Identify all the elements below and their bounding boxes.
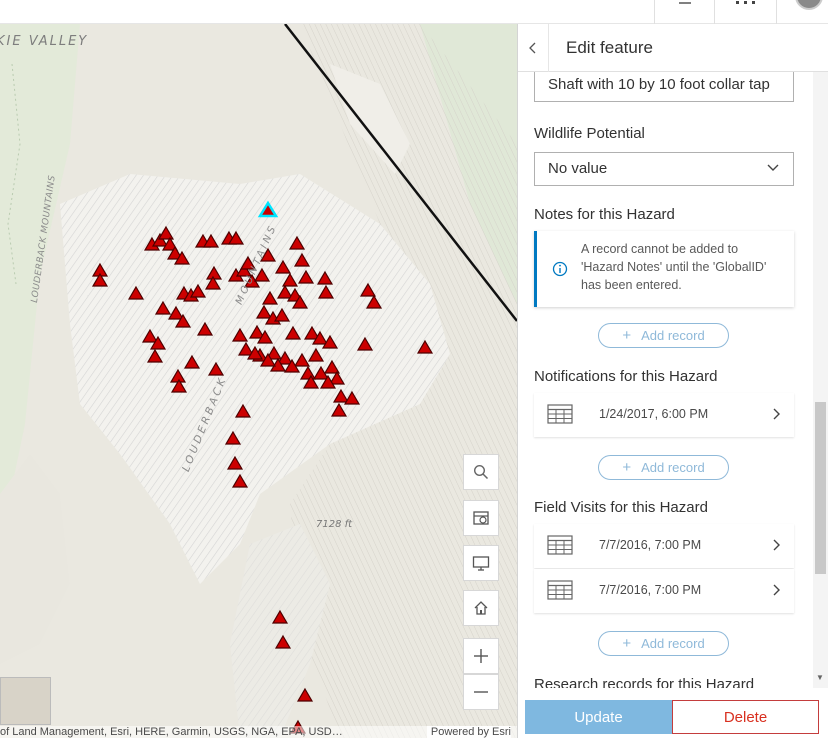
zoom-out-button[interactable] xyxy=(463,674,499,710)
map-view[interactable]: KIE VALLEY LOUDERBACK MOUNTAINS LOUDERBA… xyxy=(0,24,517,738)
wildlife-potential-value: No value xyxy=(548,160,608,177)
minus-icon xyxy=(474,691,488,693)
table-icon xyxy=(547,404,573,424)
map-label-valley: KIE VALLEY xyxy=(0,34,89,49)
plus-icon xyxy=(474,649,488,663)
add-record-label: Add record xyxy=(641,636,705,651)
hazard-markers[interactable] xyxy=(0,24,517,738)
powered-by-esri[interactable]: Powered by Esri xyxy=(426,726,511,738)
notes-notice: A record cannot be added to 'Hazard Note… xyxy=(534,231,794,307)
avatar-icon xyxy=(795,0,823,10)
panel-scrollbar[interactable]: ▼ xyxy=(813,72,828,688)
attribution-text: of Land Management, Esri, HERE, Garmin, … xyxy=(0,726,343,738)
notes-label: Notes for this Hazard xyxy=(534,206,675,223)
notifications-label: Notifications for this Hazard xyxy=(534,368,718,385)
add-notification-record-button[interactable]: + Add record xyxy=(598,455,729,480)
plus-icon: + xyxy=(622,459,632,476)
description-input[interactable]: Shaft with 10 by 10 foot collar tap xyxy=(534,72,794,102)
add-note-record-button[interactable]: + Add record xyxy=(598,323,729,348)
map-attribution: of Land Management, Esri, HERE, Garmin, … xyxy=(0,726,517,738)
info-icon xyxy=(552,261,568,277)
locate-icon xyxy=(473,511,489,525)
panel-title: Edit feature xyxy=(566,38,653,57)
overview-map[interactable] xyxy=(0,677,51,725)
map-locate-button[interactable] xyxy=(463,500,499,536)
panel-header: Edit feature xyxy=(518,24,828,72)
app-window: KIE VALLEY LOUDERBACK MOUNTAINS LOUDERBA… xyxy=(0,0,828,738)
scroll-down-arrow-icon[interactable]: ▼ xyxy=(816,673,824,682)
field-visits-label: Field Visits for this Hazard xyxy=(534,499,708,516)
wildlife-potential-label: Wildlife Potential xyxy=(534,125,645,142)
table-icon xyxy=(547,535,573,555)
home-icon xyxy=(474,601,488,615)
monitor-icon xyxy=(472,556,490,571)
map-label-elevation: 7128 ft xyxy=(316,519,353,530)
add-record-label: Add record xyxy=(641,460,705,475)
scrollbar-thumb[interactable] xyxy=(815,402,826,574)
table-icon xyxy=(547,580,573,600)
field-visit-date: 7/7/2016, 7:00 PM xyxy=(599,538,702,552)
edit-feature-panel: Edit feature Shaft with 10 by 10 foot co… xyxy=(517,24,828,738)
filter-button[interactable] xyxy=(654,0,714,24)
feature-form: Shaft with 10 by 10 foot collar tap Wild… xyxy=(518,72,812,688)
wildlife-potential-select[interactable]: No value xyxy=(534,152,794,186)
zoom-in-button[interactable] xyxy=(463,638,499,674)
chevron-right-icon xyxy=(773,408,780,420)
panel-footer: Update Delete xyxy=(518,688,828,738)
apps-grid-icon xyxy=(736,1,755,4)
map-home-button[interactable] xyxy=(463,590,499,626)
selected-hazard-marker xyxy=(257,200,279,218)
add-record-label: Add record xyxy=(641,328,705,343)
chevron-right-icon xyxy=(773,584,780,596)
back-button[interactable] xyxy=(518,24,549,72)
plus-icon: + xyxy=(622,635,632,652)
notification-record-row[interactable]: 1/24/2017, 6:00 PM xyxy=(534,393,794,437)
user-avatar[interactable] xyxy=(776,0,828,24)
top-bar xyxy=(0,0,828,24)
notes-notice-text: A record cannot be added to 'Hazard Note… xyxy=(581,242,767,292)
filter-icon xyxy=(679,2,691,4)
update-button[interactable]: Update xyxy=(525,700,672,734)
delete-button[interactable]: Delete xyxy=(672,700,819,734)
field-visit-date: 7/7/2016, 7:00 PM xyxy=(599,583,702,597)
apps-button[interactable] xyxy=(714,0,776,24)
plus-icon: + xyxy=(622,327,632,344)
notification-date: 1/24/2017, 6:00 PM xyxy=(599,407,709,421)
field-visit-record-row[interactable]: 7/7/2016, 7:00 PM xyxy=(534,569,794,613)
add-field-visit-record-button[interactable]: + Add record xyxy=(598,631,729,656)
chevron-down-icon xyxy=(767,164,779,171)
research-records-label: Research records for this Hazard xyxy=(534,676,755,688)
search-icon xyxy=(473,464,489,480)
chevron-left-icon xyxy=(529,42,536,54)
chevron-right-icon xyxy=(773,539,780,551)
field-visit-record-row[interactable]: 7/7/2016, 7:00 PM xyxy=(534,524,794,568)
map-search-button[interactable] xyxy=(463,454,499,490)
map-display-button[interactable] xyxy=(463,545,499,581)
